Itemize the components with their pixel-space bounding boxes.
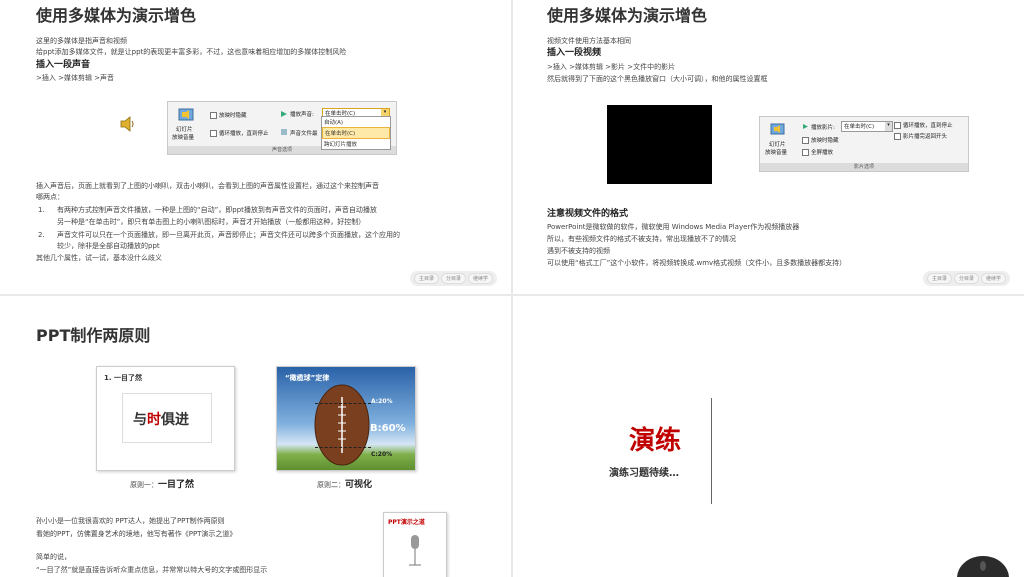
hide-checkbox[interactable]: 放映时隐藏 (210, 111, 247, 119)
slide-principles: PPT制作两原则 1. 一目了然 与时俱进 “橄榄球”定律 A:20% B:60… (0, 296, 511, 577)
movie-options-ribbon: 幻灯片 放映音量 播放影片: 在单击时(C) ▾ 放映时隐藏 全屏播放 循环播放… (759, 116, 969, 172)
note-line: 所以，有些视频文件的格式不被支持，常出现播放不了的情况 (547, 235, 736, 243)
list-number: 1. (38, 206, 45, 214)
body-line: 有两种方式控制声音文件播放，一种是上图的“自动”，即ppt播放到有声音文件的页面… (57, 206, 377, 214)
principle-card-visual: “橄榄球”定律 A:20% B:60% C:20% (276, 366, 416, 471)
book-cover: PPT演示之道 (383, 512, 447, 577)
slideshow-volume-icon[interactable] (178, 106, 196, 124)
play-movie-icon (803, 124, 808, 129)
slide-title: 使用多媒体为演示增色 (547, 6, 708, 25)
slideshow-label: 幻灯片 (176, 127, 193, 133)
max-file-label: 声音文件最 (290, 131, 318, 137)
volume-label[interactable]: 放映音量 (765, 148, 787, 156)
divider (711, 398, 712, 504)
video-player[interactable] (607, 105, 712, 184)
file-size-icon (281, 129, 287, 135)
play-movie-select[interactable]: 在单击时(C) ▾ (841, 121, 893, 132)
hide-checkbox[interactable]: 放映时隐藏 (802, 136, 839, 144)
slide-nav: 主目录 分目录 继续学 (922, 271, 1010, 286)
card-slogan: 与时俱进 (133, 412, 189, 428)
body-line: 哪两点： (36, 193, 64, 201)
slideshow-label: 幻灯片 (769, 142, 786, 148)
label-b: B:60% (370, 423, 406, 434)
note-line: 遇到不被支持的视频 (547, 247, 610, 255)
slideshow-volume-icon[interactable] (770, 121, 786, 137)
volume-label[interactable]: 放映音量 (172, 133, 194, 141)
slide-sound: 使用多媒体为演示增色 这里的多媒体是指声音和视频 给ppt添加多媒体文件，就是让… (0, 0, 511, 294)
chevron-down-icon[interactable]: ▾ (885, 122, 892, 131)
continue-button[interactable]: 继续学 (467, 273, 493, 284)
exercise-title: 演练 (629, 426, 682, 456)
play-sound-dropdown: 自动(A) 在单击时(C) 跨幻灯片播放 (321, 116, 391, 150)
book-title: PPT演示之道 (388, 519, 425, 526)
speaker-icon[interactable] (118, 114, 138, 134)
fullscreen-checkbox[interactable]: 全屏播放 (802, 148, 833, 156)
exercise-subtitle: 演练习题待续… (609, 468, 679, 479)
group-label: 影片选项 (760, 163, 968, 171)
loop-checkbox[interactable]: 循环播放，直到停止 (210, 129, 269, 137)
sub-menu-button[interactable]: 分目录 (440, 273, 466, 284)
slide-title: PPT制作两原则 (36, 326, 151, 345)
section-heading: 插入一段视频 (547, 48, 602, 58)
slide-video: 使用多媒体为演示增色 视频文件使用方法基本相同 插入一段视频 >插入 >媒体剪辑… (513, 0, 1024, 294)
play-sound-label: 播放声音: (290, 112, 314, 118)
body-line: 插入声音后，页面上就看到了上图的小喇叭，双击小喇叭，会看到上图的声音属性设置栏，… (36, 182, 379, 190)
caption-principle-2: 原则二：可视化 (317, 480, 373, 490)
sub-menu-button[interactable]: 分目录 (953, 273, 979, 284)
body-line: 声音文件可以只在一个页面播放，即一旦离开此页，声音即停止；声音文件还可以跨多个页… (57, 231, 400, 239)
desc-line: 然后就得到了下面的这个黑色播放窗口（大小可调），和他的属性设置框 (547, 75, 768, 83)
slide-title: 使用多媒体为演示增色 (36, 6, 197, 25)
body-line: 较少，除非是全部自动播放的ppt (57, 242, 160, 250)
option-auto[interactable]: 自动(A) (322, 117, 390, 127)
intro-line: 这里的多媒体是指声音和视频 (36, 37, 127, 45)
intro-line: 给ppt添加多媒体文件，就是让ppt的表现更丰富多彩，不过，这也意味着相应增加的… (36, 48, 347, 56)
body-line: 孙小小是一位我很喜欢的 PPT达人，她提出了PPT制作两原则 (36, 517, 225, 525)
loop-checkbox[interactable]: 循环播放，直到停止 (894, 121, 953, 129)
note-line: PowerPoint是微软做的软件，微软使用 Windows Media Pla… (547, 223, 800, 231)
note-line: 可以使用“格式工厂”这个小软件，将视频转换成.wmv格式视频（文件小，且多数播放… (547, 259, 847, 267)
rewind-checkbox[interactable]: 影片播完返回开头 (894, 132, 947, 140)
option-across-slides[interactable]: 跨幻灯片播放 (322, 139, 390, 149)
menu-path: >插入 >媒体剪辑 >影片 >文件中的影片 (547, 63, 676, 71)
option-on-click[interactable]: 在单击时(C) (322, 127, 390, 139)
slide-nav: 主目录 分目录 继续学 (409, 271, 497, 286)
card-title: “橄榄球”定律 (285, 374, 330, 382)
microphone-icon (409, 535, 421, 566)
caption-principle-1: 原则一：一目了然 (130, 480, 195, 490)
principle-card-clarity: 1. 一目了然 与时俱进 (96, 366, 235, 471)
card-title: 1. 一目了然 (104, 374, 142, 382)
play-movie-label: 播放影片: (811, 125, 835, 131)
main-menu-button[interactable]: 主目录 (926, 273, 952, 284)
main-menu-button[interactable]: 主目录 (413, 273, 439, 284)
section-heading: 插入一段声音 (36, 60, 91, 70)
intro-line: 视频文件使用方法基本相同 (547, 37, 631, 45)
list-number: 2. (38, 231, 45, 239)
body-line: 另一种是“在单击时”，即只有单击图上的小喇叭图标时，声音才开始播放（一般都用这种… (57, 218, 366, 226)
body-line: 其他几个属性，试一试，基本没什么歧义 (36, 254, 162, 262)
football-icon (314, 384, 370, 466)
body-line: “一目了然”就是直接告诉听众重点信息，并常常以特大号的文字或图形显示 (36, 566, 268, 574)
slide-exercise: 演练 演练习题待续… (513, 296, 1024, 577)
menu-path: >插入 >媒体剪辑 >声音 (36, 74, 115, 82)
label-a: A:20% (371, 398, 393, 405)
body-line: 看她的PPT，仿佛置身艺术的境地，他写有著作《PPT演示之道》 (36, 530, 237, 538)
body-line: 简单的说， (36, 553, 71, 561)
mouse-icon (957, 556, 1009, 577)
label-c: C:20% (371, 451, 393, 458)
note-heading: 注意视频文件的格式 (547, 209, 629, 219)
continue-button[interactable]: 继续学 (980, 273, 1006, 284)
play-sound-icon (281, 111, 287, 117)
